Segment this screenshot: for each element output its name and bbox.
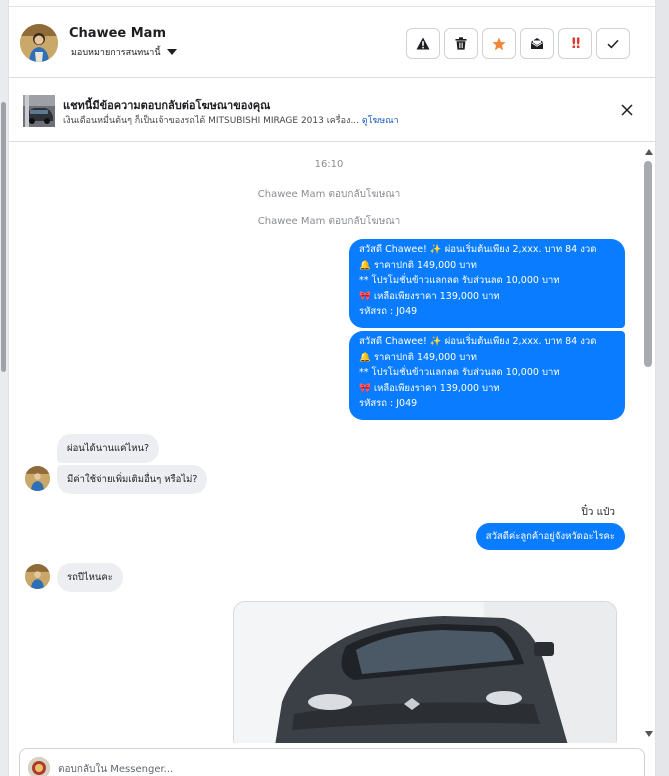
page-scroll-strip [656,0,669,776]
scroll-down-arrow-icon[interactable] [645,731,653,737]
ad-thumbnail[interactable] [23,95,55,127]
message-line: 🔔 ราคาปกติ 149,000 บาท [359,351,477,363]
mark-urgent-button[interactable]: !! [558,28,592,59]
close-icon[interactable] [620,103,634,117]
top-divider [9,6,657,7]
contact-avatar-small[interactable] [25,564,50,589]
ad-banner-title: แชทนี้มีข้อความตอบกลับต่อโฆษณาของคุณ [63,99,271,112]
delete-button[interactable] [444,28,478,59]
left-scrollbar-thumb[interactable] [1,102,6,372]
mark-done-button[interactable] [596,28,630,59]
message-line: รหัสรถ : J049 [359,306,418,317]
mark-unread-button[interactable] [520,28,554,59]
system-message: Chawee Mam ตอบกลับโฆษณา [257,216,401,227]
outgoing-message[interactable]: สวัสดี Chawee! ✨ ผ่อนเริ่มต้นเพียง 2,xxx… [349,239,625,328]
ad-banner-description: เงินเดือนหมื่นต้นๆ ก็เป็นเจ้าของรถได้ MI… [63,113,399,127]
open-envelope-icon [531,38,543,49]
double-exclamation-icon: !! [570,35,582,52]
message-line: 🔔 ราคาปกติ 149,000 บาท [359,259,477,271]
outgoing-message[interactable]: สวัสดีค่ะลูกค้าอยู่จังหวัดอะไรคะ [475,523,625,550]
scroll-up-arrow-icon[interactable] [645,149,653,155]
chat-scrollbar[interactable] [643,145,655,741]
message-line: 🎀 เหลือเพียงราคา 139,000 บาท [359,290,500,302]
incoming-message[interactable]: มีค่าใช้จ่ายเพิ่มเติมอื่นๆ หรือไม่? [57,465,208,494]
page-avatar [28,757,50,776]
contact-avatar-small[interactable] [25,466,50,491]
message-line: 🎀 เหลือเพียงราคา 139,000 บาท [359,382,500,394]
reply-composer [19,748,645,776]
message-line: สวัสดี Chawee! ✨ ผ่อนเริ่มต้นเพียง 2,xxx… [359,244,597,255]
warning-triangle-icon [416,37,430,50]
checkmark-icon [607,39,619,48]
assign-label: มอบหมายการสนทนานี้ [71,48,161,58]
chat-scrollbar-thumb[interactable] [644,161,652,367]
conversation-panel: Chawee Mam มอบหมายการสนทนานี้ !! แชทนี้ม… [8,0,657,776]
system-message: Chawee Mam ตอบกลับโฆษณา [257,189,401,200]
chevron-down-icon [166,49,177,55]
view-ad-link[interactable]: ดูโฆษณา [362,116,399,126]
ad-reply-banner: แชทนี้มีข้อความตอบกลับต่อโฆษณาของคุณ เงิ… [9,79,657,142]
agent-name: ปิ๋ว แป๋ว [581,507,615,518]
star-button[interactable] [482,28,516,59]
message-timestamp: 16:10 [314,159,344,170]
message-thread: 16:10 Chawee Mam ตอบกลับโฆษณา Chawee Mam… [9,143,657,743]
incoming-message[interactable]: รถปีไหนคะ [57,563,123,592]
contact-name: Chawee Mam [69,26,166,41]
contact-avatar[interactable] [20,24,58,62]
message-line: ** โปรโมชั่นข้าวแลกลด รับส่วนลด 10,000 บ… [359,275,560,286]
trash-icon [455,37,467,50]
star-icon [492,37,506,50]
left-scroll-strip [0,0,8,776]
incoming-message[interactable]: ผ่อนได้นานแค่ไหน? [57,434,160,463]
conversation-header: Chawee Mam มอบหมายการสนทนานี้ !! [9,8,657,78]
header-actions: !! [406,28,630,59]
message-line: ** โปรโมชั่นข้าวแลกลด รับส่วนลด 10,000 บ… [359,367,560,378]
assign-conversation-dropdown[interactable]: มอบหมายการสนทนานี้ [71,45,177,59]
message-line: สวัสดี Chawee! ✨ ผ่อนเริ่มต้นเพียง 2,xxx… [359,336,597,347]
reply-input[interactable] [58,759,618,776]
message-line: รหัสรถ : J049 [359,398,418,409]
warning-button[interactable] [406,28,440,59]
outgoing-message[interactable]: สวัสดี Chawee! ✨ ผ่อนเริ่มต้นเพียง 2,xxx… [349,331,625,420]
car-image-attachment[interactable] [233,601,617,743]
ad-description-text: เงินเดือนหมื่นต้นๆ ก็เป็นเจ้าของรถได้ MI… [63,116,360,126]
